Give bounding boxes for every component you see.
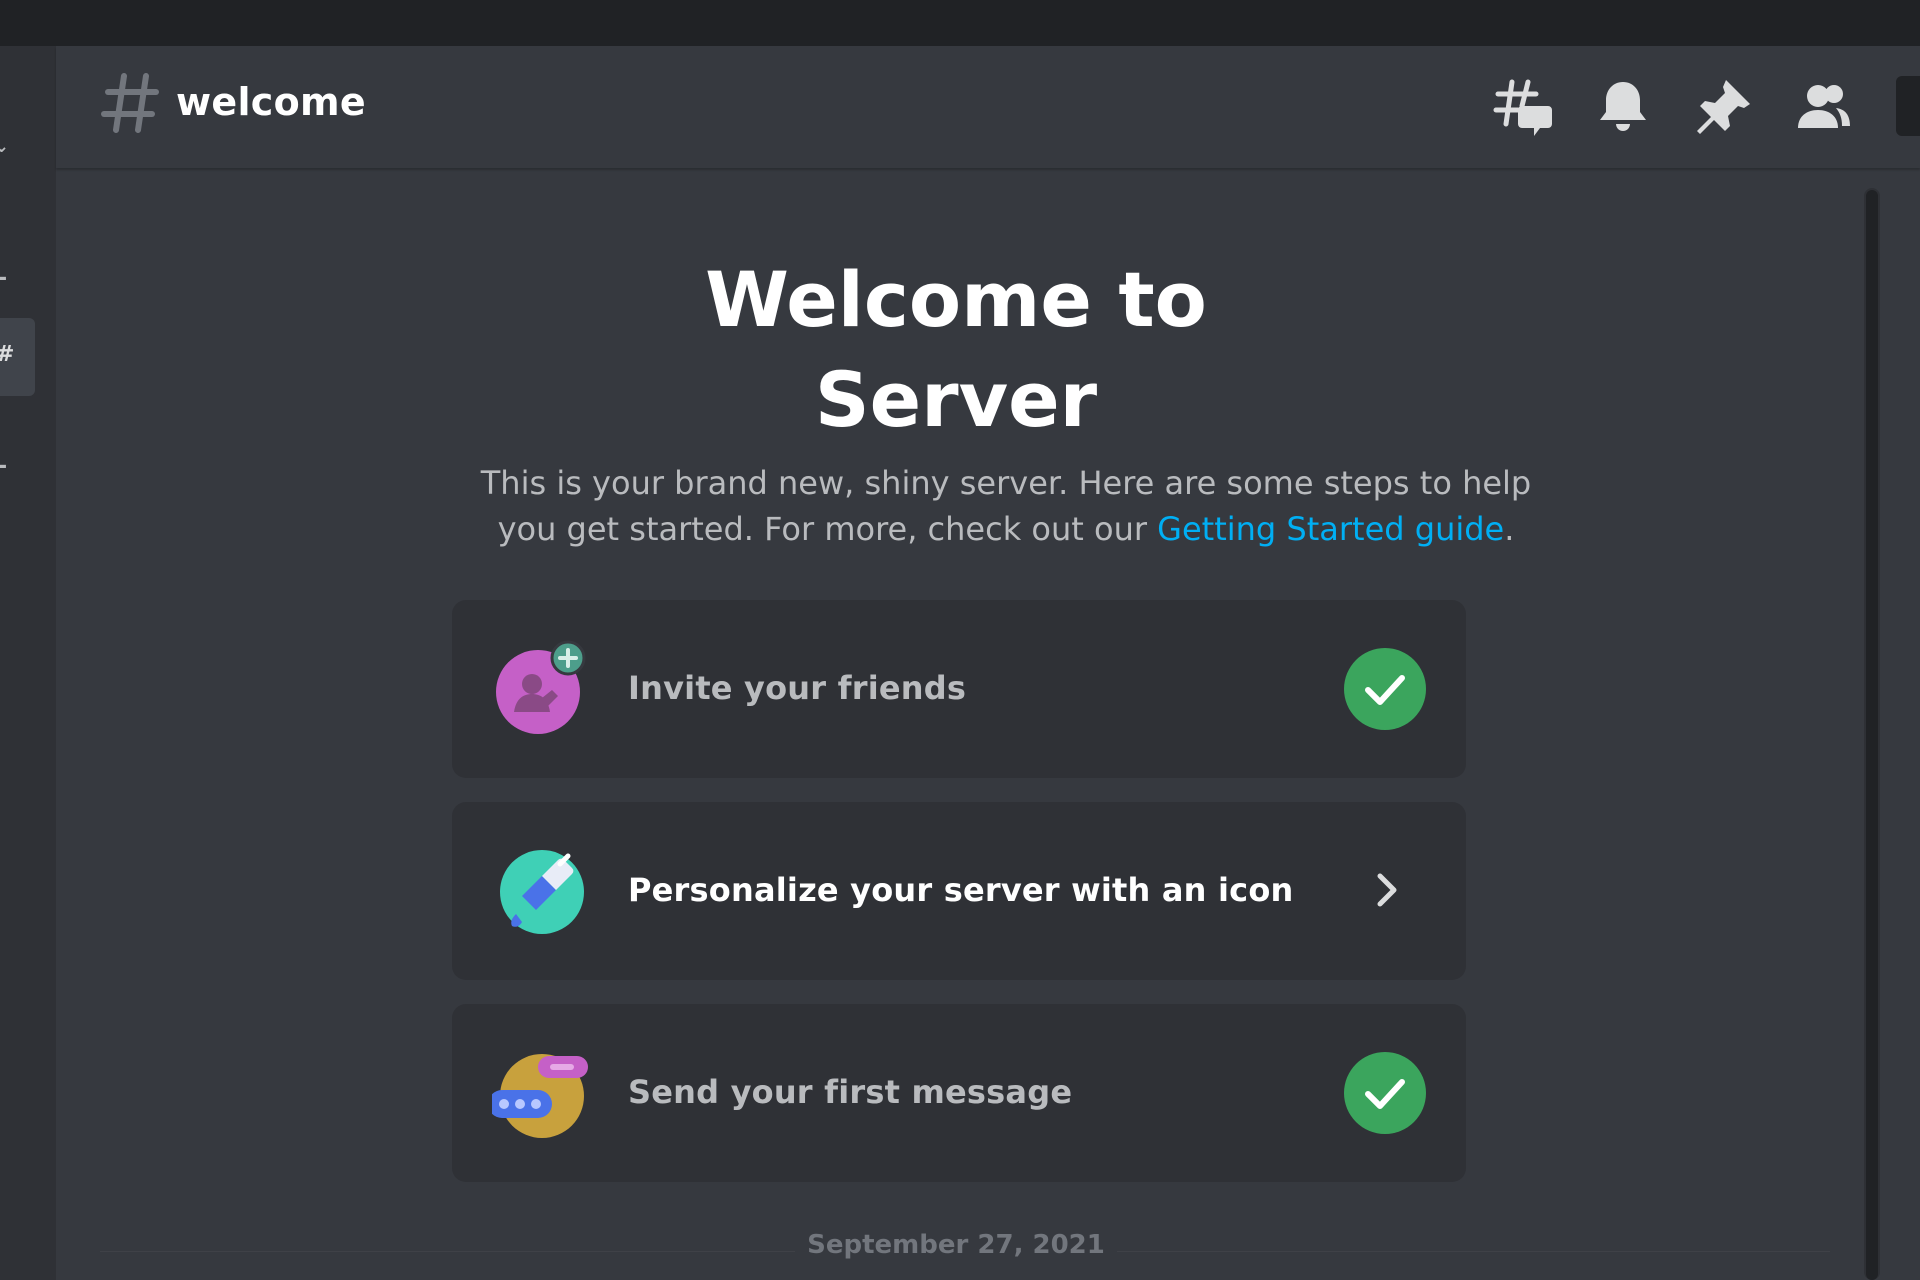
chevron-right-icon [1377, 873, 1397, 907]
discord-app: ⌄ - # - welcome [0, 0, 1920, 1280]
step-label: Invite your friends [628, 669, 967, 707]
channel-item-truncated[interactable]: - [0, 456, 7, 478]
welcome-heading-line2: Server [814, 355, 1098, 444]
scrollbar-thumb[interactable] [1866, 190, 1878, 1280]
invite-friends-icon [496, 640, 586, 734]
channel-header: welcome [56, 46, 1920, 168]
completed-check-icon [1344, 1052, 1426, 1134]
welcome-content: Welcome to Server This is your brand new… [56, 168, 1920, 1280]
threads-icon[interactable] [1492, 76, 1554, 138]
welcome-description-end: . [1504, 510, 1515, 548]
welcome-description: This is your brand new, shiny server. He… [476, 460, 1536, 552]
date-divider-label: September 27, 2021 [795, 1230, 1117, 1260]
window-titlebar [0, 0, 1920, 46]
pin-icon[interactable] [1692, 76, 1754, 138]
search-box[interactable] [1896, 76, 1920, 136]
channel-item-truncated[interactable]: - [0, 268, 7, 290]
channel-sidebar: ⌄ - # - [0, 46, 56, 1280]
welcome-heading-line1: Welcome to [705, 255, 1207, 344]
welcome-heading: Welcome to Server [56, 250, 1856, 450]
date-divider: September 27, 2021 [56, 1230, 1856, 1260]
channel-hash-icon [101, 73, 159, 133]
members-icon[interactable] [1792, 76, 1854, 138]
step-personalize-icon[interactable]: Personalize your server with an icon [452, 802, 1466, 980]
channel-title: welcome [176, 80, 367, 124]
getting-started-link[interactable]: Getting Started guide [1157, 510, 1504, 548]
collapse-chevron-icon[interactable]: ⌄ [0, 136, 9, 158]
step-first-message[interactable]: Send your first message [452, 1004, 1466, 1182]
hash-icon: # [0, 344, 14, 366]
paintbrush-icon [500, 850, 584, 934]
step-label: Personalize your server with an icon [628, 871, 1294, 909]
bell-icon[interactable] [1592, 76, 1654, 138]
step-invite-friends[interactable]: Invite your friends [452, 600, 1466, 778]
step-label: Send your first message [628, 1073, 1073, 1111]
message-bubble-icon [492, 1054, 588, 1138]
completed-check-icon [1344, 648, 1426, 730]
